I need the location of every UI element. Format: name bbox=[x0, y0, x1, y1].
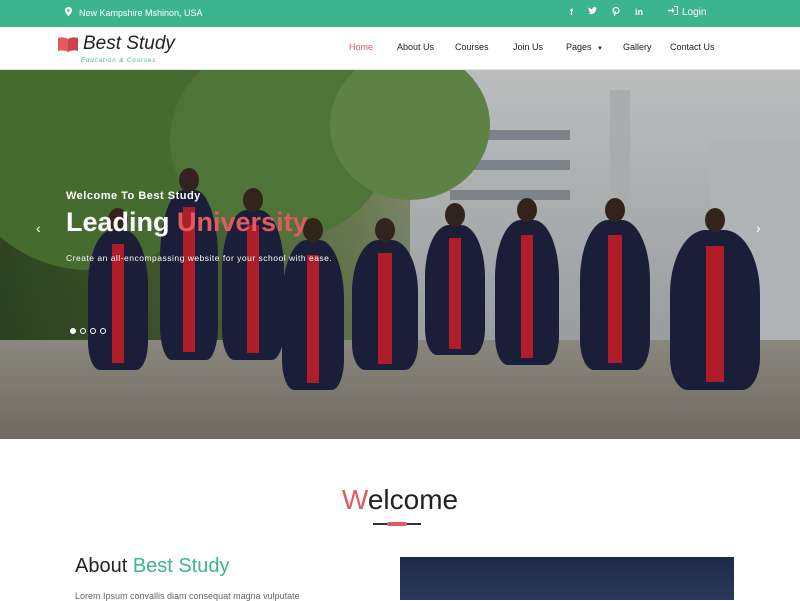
chevron-right-icon[interactable]: › bbox=[756, 220, 761, 236]
chevron-left-icon[interactable]: ‹ bbox=[36, 220, 41, 236]
menu-item-contact-us[interactable]: Contact Us bbox=[670, 42, 715, 52]
login-label: Login bbox=[682, 6, 707, 18]
menu-item-gallery[interactable]: Gallery bbox=[623, 42, 652, 52]
heading-divider-accent bbox=[387, 522, 407, 526]
facebook-icon[interactable]: f bbox=[570, 7, 573, 18]
caret-down-icon: ▼ bbox=[597, 46, 603, 52]
slider-dot[interactable] bbox=[90, 328, 96, 334]
slider-dot[interactable] bbox=[80, 328, 86, 334]
menu-item-pages-label: Pages bbox=[566, 42, 592, 52]
about-heading: About Best Study bbox=[75, 555, 230, 578]
menu-item-pages[interactable]: Pages ▼ bbox=[566, 42, 603, 52]
pinterest-icon[interactable] bbox=[612, 6, 620, 18]
about-heading-main: About bbox=[75, 555, 133, 577]
location: New Kampshire Mshinon, USA bbox=[65, 7, 203, 18]
hero-description: Create an all-encompassing website for y… bbox=[66, 253, 333, 263]
top-bar: New Kampshire Mshinon, USA f in Login bbox=[0, 0, 800, 27]
hero-slider: Welcome To Best Study Leading University… bbox=[0, 70, 800, 439]
menu-item-join-us[interactable]: Join Us bbox=[513, 42, 543, 52]
login-link[interactable]: Login bbox=[668, 6, 706, 18]
about-image bbox=[400, 557, 734, 600]
welcome-heading-rest: elcome bbox=[367, 484, 459, 515]
welcome-heading: Welcome bbox=[0, 484, 800, 516]
brand-tagline: Education & Courses bbox=[81, 58, 157, 64]
open-book-icon bbox=[57, 37, 79, 57]
location-text: New Kampshire Mshinon, USA bbox=[79, 7, 203, 18]
hero-headline-highlight: University bbox=[177, 207, 308, 237]
menu-item-about-us[interactable]: About Us bbox=[397, 42, 434, 52]
slider-pagination bbox=[70, 328, 106, 334]
twitter-icon[interactable] bbox=[588, 7, 597, 18]
social-links: f in bbox=[570, 6, 643, 18]
menu-item-home[interactable]: Home bbox=[349, 42, 373, 52]
linkedin-icon[interactable]: in bbox=[635, 7, 643, 18]
sign-in-icon bbox=[668, 6, 678, 18]
hero-headline-main: Leading bbox=[66, 207, 178, 237]
hero-headline: Leading University bbox=[66, 207, 308, 238]
slider-dot[interactable] bbox=[70, 328, 76, 334]
slider-dot[interactable] bbox=[100, 328, 106, 334]
menu-item-courses[interactable]: Courses bbox=[455, 42, 489, 52]
map-marker-icon bbox=[65, 7, 72, 18]
main-navbar: Best Study Education & Courses Home Abou… bbox=[0, 27, 800, 70]
welcome-heading-first-letter: W bbox=[341, 484, 368, 515]
hero-kicker: Welcome To Best Study bbox=[66, 190, 201, 202]
about-heading-highlight: Best Study bbox=[132, 555, 230, 577]
brand-name: Best Study bbox=[83, 33, 175, 54]
